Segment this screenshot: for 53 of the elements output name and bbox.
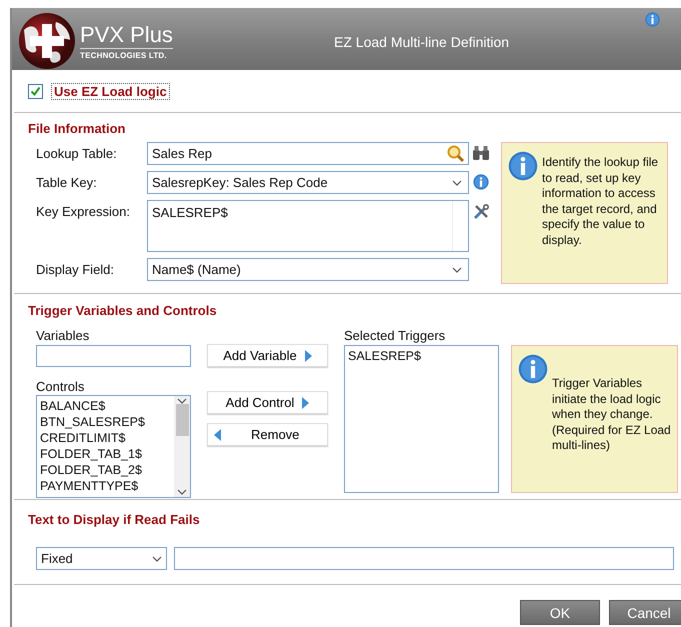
right-arrow-icon xyxy=(302,396,310,408)
list-item[interactable]: SALESREP$ xyxy=(348,348,495,364)
info-text: Identify the lookup file to read, set up key information to access the target record, and specify the value to display. xyxy=(542,155,660,248)
input-field[interactable] xyxy=(174,547,674,570)
field-label: Variables xyxy=(36,328,90,343)
list-item[interactable]: FOLDER_TAB_1$ xyxy=(40,446,171,462)
field-label: Lookup Table: xyxy=(35,145,118,161)
dropdown-field[interactable]: Fixed xyxy=(36,547,167,570)
action-button[interactable]: Remove xyxy=(207,423,328,446)
search-icon[interactable] xyxy=(447,145,464,162)
field-label: Table Key: xyxy=(35,174,98,190)
window-title: EZ Load Multi-line Definition xyxy=(334,34,510,50)
tools-icon[interactable] xyxy=(472,203,490,221)
chevron-down-icon[interactable] xyxy=(452,266,462,272)
action-button[interactable]: Add Variable xyxy=(207,344,328,367)
ok-button[interactable]: OK xyxy=(520,600,600,625)
input-field[interactable] xyxy=(36,345,191,367)
section-heading: Trigger Variables and Controls xyxy=(28,303,218,318)
field-label: Selected Triggers xyxy=(344,328,446,343)
action-button[interactable]: Add Control xyxy=(207,391,328,414)
list-box[interactable]: SALESREP$ xyxy=(344,345,499,493)
list-item[interactable]: CREDITLIMIT$ xyxy=(40,430,171,446)
info-icon xyxy=(518,354,548,384)
checkbox-label[interactable]: Use EZ Load logic xyxy=(51,82,170,100)
left-arrow-icon xyxy=(214,428,221,440)
list-box[interactable]: BALANCE$ BTN_SALESREP$ CREDITLIMIT$ FOLDER_TAB_1$ FOLDER_TAB_2$ PAYMENTTYPE$ xyxy=(36,395,191,498)
logo-subtitle: TECHNOLOGIES LTD. xyxy=(80,50,168,60)
field-label: Display Field: xyxy=(35,261,116,277)
right-arrow-icon xyxy=(304,350,312,362)
info-text: Trigger Variables initiate the load logic when they change. (Required for EZ Load multi-lines) xyxy=(552,376,672,454)
scroll-down-icon[interactable] xyxy=(177,489,187,495)
logo-name: PVX Plus xyxy=(80,22,173,48)
chevron-down-icon[interactable] xyxy=(452,180,462,186)
list-item[interactable]: BALANCE$ xyxy=(40,398,171,414)
input-field[interactable]: Sales Rep xyxy=(147,142,469,165)
checkbox[interactable] xyxy=(28,84,43,98)
binoculars-icon[interactable] xyxy=(472,145,490,161)
list-item[interactable]: BTN_SALESREP$ xyxy=(40,414,171,430)
dropdown-field[interactable]: SalesrepKey: Sales Rep Code xyxy=(147,171,469,194)
field-label: Key Expression: xyxy=(35,203,131,219)
globe-logo-icon xyxy=(18,12,76,70)
section-heading: File Information xyxy=(28,121,126,136)
section-heading: Text to Display if Read Fails xyxy=(28,512,201,527)
info-icon xyxy=(473,174,489,190)
cancel-button[interactable]: Cancel xyxy=(609,600,681,625)
chevron-down-icon[interactable] xyxy=(152,556,162,562)
list-item[interactable]: FOLDER_TAB_2$ xyxy=(40,462,171,478)
field-label: Controls xyxy=(36,379,86,394)
info-icon xyxy=(645,12,660,27)
text-area[interactable]: SALESREP$ xyxy=(147,200,469,252)
info-icon xyxy=(508,151,538,181)
dropdown-field[interactable]: Name$ (Name) xyxy=(147,258,469,281)
list-item[interactable]: PAYMENTTYPE$ xyxy=(40,478,171,494)
